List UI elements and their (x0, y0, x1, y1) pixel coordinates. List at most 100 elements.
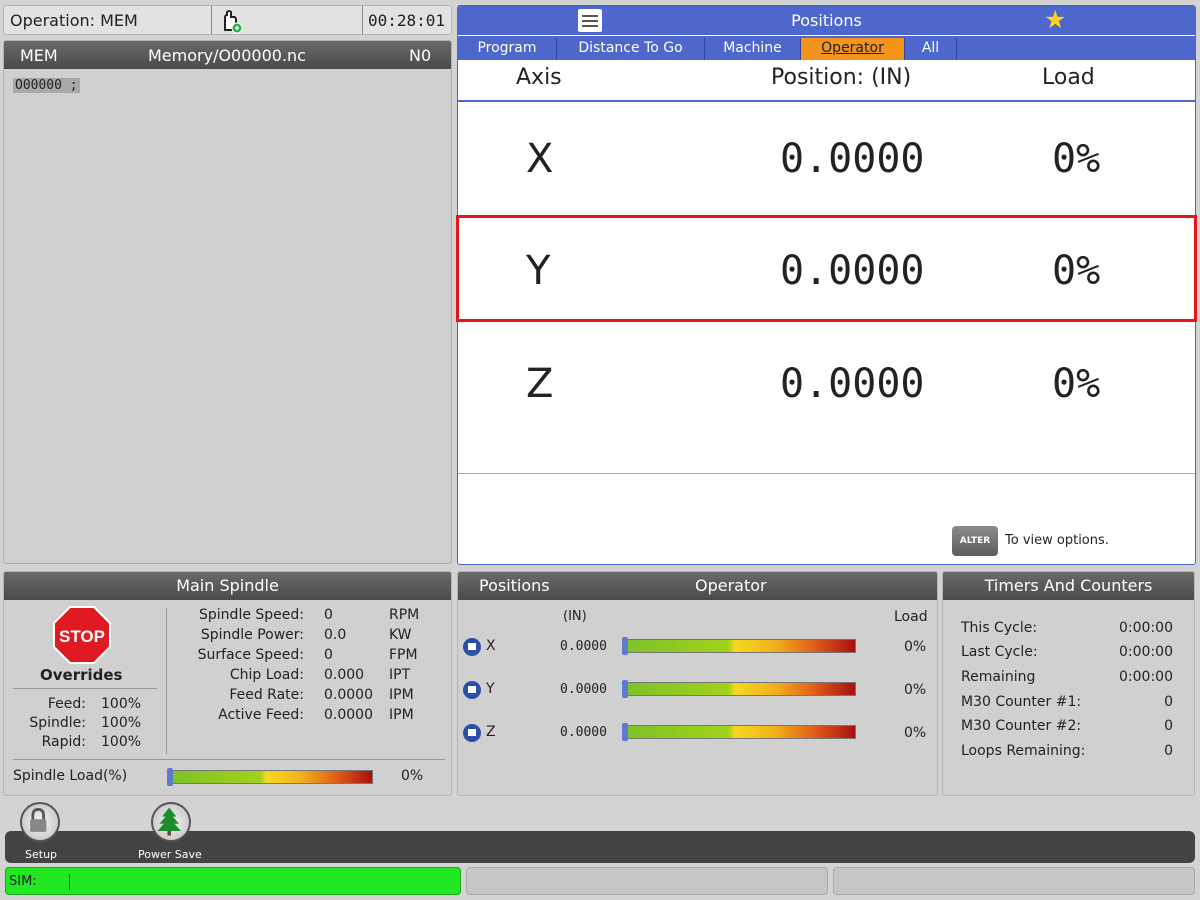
stop-label: STOP (59, 627, 105, 646)
spindle-stat-unit: IPM (389, 687, 414, 703)
axis-load: 0% (1052, 136, 1101, 182)
override-value: 100% (101, 696, 142, 712)
program-header: MEM Memory/O00000.nc N0 (4, 41, 451, 69)
overrides-title: Overrides (40, 666, 123, 684)
timer-value: 0:00:00 (1119, 644, 1173, 660)
counter-value: 0 (1164, 743, 1173, 759)
sim-status-bar: SIM: (5, 867, 461, 895)
operation-status-bar: Operation: MEM 00:28:01 (3, 5, 452, 35)
program-pane[interactable]: MEM Memory/O00000.nc N0 O00000 ; (3, 40, 452, 564)
positions-tabs: Program Distance To Go Machine Operator … (458, 36, 1195, 60)
position-header: Position: (IN) (771, 65, 912, 90)
tab-operator[interactable]: Operator (801, 38, 905, 60)
position-row-z: Z 0.0000 0% (458, 329, 1195, 441)
tab-program[interactable]: Program (458, 38, 557, 60)
counter-label: M30 Counter #1: (961, 694, 1082, 710)
home-icon[interactable] (463, 724, 481, 742)
program-file: Memory/O00000.nc (148, 46, 306, 65)
tab-all[interactable]: All (905, 38, 957, 60)
axis-position: 0.0000 (560, 639, 607, 654)
axis-load-marker (622, 723, 628, 741)
axis-label: Z (486, 724, 496, 740)
unit-label: (IN) (563, 609, 587, 624)
divider (13, 759, 445, 760)
spindle-stat-label: Surface Speed: (197, 647, 304, 663)
setup-button[interactable] (20, 802, 60, 842)
spindle-stat-unit: IPM (389, 707, 414, 723)
timers-counters-panel: Timers And Counters This Cycle: 0:00:00 … (942, 571, 1195, 796)
divider (166, 608, 167, 754)
tree-icon (157, 807, 181, 836)
main-spindle-header: Main Spindle (4, 572, 451, 600)
timer-label: This Cycle: (961, 620, 1038, 636)
timer-label: Last Cycle: (961, 644, 1038, 660)
home-icon[interactable] (463, 681, 481, 699)
positions-title-bar: Positions ★ (458, 6, 1195, 35)
status-box (466, 867, 828, 895)
star-icon[interactable]: ★ (1044, 6, 1066, 34)
positions-small-mode: Operator (695, 576, 767, 595)
override-label: Feed: (47, 696, 86, 712)
override-label: Rapid: (41, 734, 86, 750)
timer-label: Remaining (961, 669, 1036, 685)
spindle-stat-unit: FPM (389, 647, 418, 663)
spindle-stat-value: 0 (324, 607, 333, 623)
counter-label: Loops Remaining: (961, 743, 1086, 759)
spindle-stat-label: Feed Rate: (229, 687, 304, 703)
divider (362, 6, 363, 34)
program-line[interactable]: O00000 ; (13, 78, 80, 93)
load-label: Load (894, 609, 928, 625)
axis-label: X (486, 638, 496, 654)
spindle-stat-label: Active Feed: (218, 707, 304, 723)
axis-position: 0.0000 (560, 725, 607, 740)
load-header: Load (1042, 65, 1095, 90)
power-save-button[interactable] (151, 802, 191, 842)
spindle-stat-label: Chip Load: (229, 667, 304, 683)
header-divider (458, 100, 1195, 102)
axis-load: 0% (904, 682, 927, 698)
timers-title: Timers And Counters (984, 576, 1153, 595)
positions-small-title: Positions (479, 576, 550, 595)
clock: 00:28:01 (368, 11, 446, 30)
hand-jog-icon[interactable] (217, 8, 243, 34)
alter-hint: To view options. (1005, 533, 1109, 548)
program-line-number: N0 (409, 46, 432, 65)
axis-load: 0% (904, 639, 927, 655)
counter-value: 0 (1164, 718, 1173, 734)
positions-title: Positions (791, 11, 862, 30)
sim-label: SIM: (9, 874, 37, 889)
positions-operator-panel: Positions Operator (IN) Load X 0.0000 0%… (457, 571, 938, 796)
spindle-load-bar (167, 768, 373, 786)
spindle-stat-unit: KW (389, 627, 412, 643)
tab-distance-to-go[interactable]: Distance To Go (557, 38, 705, 60)
program-mode: MEM (20, 46, 58, 65)
spindle-stat-label: Spindle Speed: (199, 607, 304, 623)
axis-label: Y (486, 681, 495, 697)
timer-value: 0:00:00 (1119, 620, 1173, 636)
main-spindle-title: Main Spindle (176, 576, 279, 595)
axis-label: X (526, 136, 554, 182)
main-spindle-panel: Main Spindle STOP Overrides Feed: 100% S… (3, 571, 452, 796)
home-icon[interactable] (463, 638, 481, 656)
alter-button[interactable]: ALTER (952, 526, 998, 556)
spindle-load-value: 0% (401, 768, 424, 784)
axis-load: 0% (1052, 361, 1101, 407)
axis-load: 0% (904, 725, 927, 741)
timers-header: Timers And Counters (943, 572, 1194, 600)
spindle-stat-unit: RPM (389, 607, 420, 623)
axis-header: Axis (516, 65, 562, 90)
timer-value: 0:00:00 (1119, 669, 1173, 685)
status-box (833, 867, 1195, 895)
lock-icon (30, 808, 47, 832)
divider (458, 473, 1195, 474)
tab-machine[interactable]: Machine (705, 38, 801, 60)
override-value: 100% (101, 734, 142, 750)
stop-sign-icon: STOP (53, 606, 111, 664)
divider (13, 688, 157, 689)
operation-mode: Operation: MEM (10, 11, 138, 30)
spindle-stat-value: 0.0000 (324, 707, 373, 723)
axis-position: 0.0000 (780, 136, 925, 182)
power-save-label: Power Save (138, 848, 202, 861)
spindle-stat-value: 0.000 (324, 667, 365, 683)
positions-operator-header: Positions Operator (458, 572, 937, 600)
